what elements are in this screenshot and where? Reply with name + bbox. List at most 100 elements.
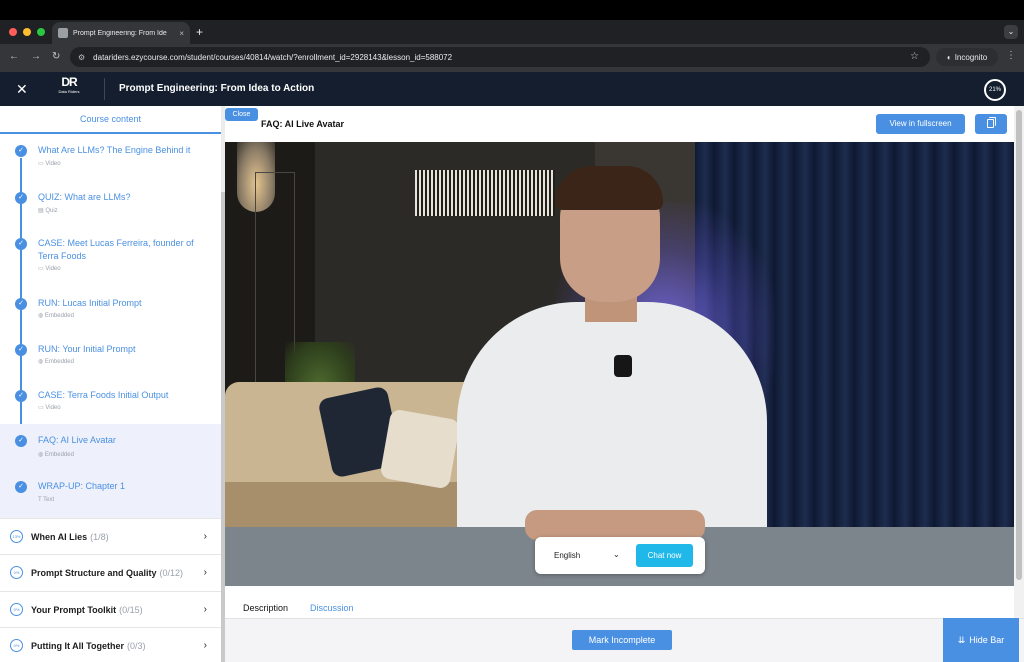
lesson-type: ◍ Embedded <box>38 452 74 458</box>
window-maximize-button[interactable] <box>37 28 45 36</box>
reload-icon[interactable]: ↻ <box>52 51 60 62</box>
course-content-heading[interactable]: Course content <box>0 106 221 134</box>
lesson-item[interactable]: ✓ RUN: Lucas Initial Prompt ◍ Embedded <box>0 294 221 334</box>
hide-bar-label: Hide Bar <box>969 635 1005 645</box>
hide-bar-button[interactable]: ⇊ Hide Bar <box>943 618 1019 662</box>
chapter-name: Your Prompt Toolkit (0/15) <box>31 604 143 615</box>
chevron-right-icon: › <box>203 531 207 542</box>
chat-widget: English ⌄ Chat now <box>535 537 705 574</box>
wall-hanging <box>415 170 555 216</box>
logo-mark: DR <box>61 75 77 89</box>
page-scroll-thumb[interactable] <box>1016 110 1022 580</box>
lesson-title[interactable]: WRAP-UP: Chapter 1 <box>38 480 214 493</box>
lesson-type: ▭ Video <box>38 161 61 167</box>
logo-subtitle: Data Riders <box>58 89 80 94</box>
language-select[interactable]: English <box>554 551 580 560</box>
tab-search-button[interactable]: ⌄ <box>1004 25 1018 39</box>
check-icon: ✓ <box>15 238 27 250</box>
chapter-progress-ring: 0% <box>10 639 23 652</box>
check-icon: ✓ <box>15 298 27 310</box>
lesson-item[interactable]: ✓ QUIZ: What are LLMs? ▤ Quiz <box>0 188 221 228</box>
fullscreen-button[interactable]: View in fullscreen <box>876 114 965 134</box>
lesson-type: ▭ Video <box>38 405 61 411</box>
lesson-title: RUN: Lucas Initial Prompt <box>38 298 142 308</box>
lesson-title: QUIZ: What are LLMs? <box>38 192 131 202</box>
site-settings-icon[interactable]: ⚙ <box>78 53 85 62</box>
window-close-button[interactable] <box>9 28 17 36</box>
chapter-name: When AI Lies (1/8) <box>31 531 109 542</box>
site-favicon-icon <box>58 28 68 38</box>
chapter-name: Putting It All Together (0/3) <box>31 640 146 651</box>
check-icon: ✓ <box>15 435 27 447</box>
lesson-type: ▭ Video <box>38 266 61 272</box>
chapter-item[interactable]: 0% Your Prompt Toolkit (0/15) › <box>0 591 221 627</box>
lesson-item[interactable]: ✓ RUN: Your Initial Prompt ◍ Embedded <box>0 340 221 380</box>
incognito-badge[interactable]: ◐ Incognito <box>936 48 998 66</box>
avatar-video[interactable] <box>225 142 1014 586</box>
lesson-heading: FAQ: AI Live Avatar <box>261 119 345 129</box>
tab-discussion[interactable]: Discussion <box>310 603 354 613</box>
chevrons-down-icon: ⇊ <box>957 634 966 645</box>
lesson-item-active[interactable]: ✓ FAQ: AI Live Avatar ◍ Embedded ✓ WRAP-… <box>0 424 221 518</box>
page-scrollbar[interactable] <box>1014 106 1024 662</box>
close-sidebar-button[interactable]: Close <box>225 108 258 121</box>
copy-button[interactable] <box>975 114 1007 134</box>
url-text: datariders.ezycourse.com/student/courses… <box>93 52 453 62</box>
chapter-name: Prompt Structure and Quality (0/12) <box>31 567 184 578</box>
lesson-item[interactable]: ✓ CASE: Meet Lucas Ferreira, founder of … <box>0 234 221 286</box>
lesson-title: CASE: Terra Foods Initial Output <box>38 390 169 400</box>
tab-description[interactable]: Description <box>243 603 288 613</box>
header-divider <box>104 78 105 100</box>
lesson-type: ◍ Embedded <box>38 313 74 319</box>
globe-icon: ◍ <box>38 359 45 365</box>
chapter-progress-ring: 0% <box>10 603 23 616</box>
url-field[interactable]: ⚙ datariders.ezycourse.com/student/cours… <box>70 47 930 67</box>
globe-icon: ◍ <box>38 313 45 319</box>
lapel-mic <box>614 355 632 377</box>
tab-close-icon[interactable]: × <box>179 29 184 38</box>
lesson-title: FAQ: AI Live Avatar <box>38 435 116 445</box>
chevron-down-icon[interactable]: ⌄ <box>613 550 620 559</box>
lesson-type: ◍ Embedded <box>38 359 74 365</box>
globe-icon: ◍ <box>38 452 45 458</box>
chevron-right-icon: › <box>203 604 207 615</box>
forward-icon[interactable]: → <box>31 51 41 62</box>
lesson-title: What Are LLMs? The Engine Behind it <box>38 145 191 155</box>
chapter-item[interactable]: 0% Putting It All Together (0/3) › <box>0 627 221 662</box>
course-sidebar: Course content ✓ What Are LLMs? The Engi… <box>0 106 221 662</box>
chapter-progress-ring: 0% <box>10 566 23 579</box>
close-course-icon[interactable]: ✕ <box>16 81 28 98</box>
course-title: Prompt Engineering: From Idea to Action <box>119 83 315 94</box>
check-icon: ✓ <box>15 192 27 204</box>
lesson-item[interactable]: ✓ What Are LLMs? The Engine Behind it ▭ … <box>0 141 221 181</box>
check-icon: ✓ <box>15 145 27 157</box>
back-icon[interactable]: ← <box>9 51 19 62</box>
check-icon: ✓ <box>15 344 27 356</box>
mark-incomplete-button[interactable]: Mark Incomplete <box>572 630 672 650</box>
lesson-title: RUN: Your Initial Prompt <box>38 344 136 354</box>
incognito-label: Incognito <box>954 52 988 62</box>
chapter-item[interactable]: 0% Prompt Structure and Quality (0/12) › <box>0 554 221 590</box>
chapter-progress-ring: 13% <box>10 530 23 543</box>
check-icon: ✓ <box>15 481 27 493</box>
logo[interactable]: DR Data Riders <box>55 76 83 98</box>
bookmark-star-icon[interactable]: ☆ <box>910 51 919 62</box>
chevron-right-icon: › <box>203 567 207 578</box>
lesson-tabs: Description Discussion <box>225 596 1014 618</box>
course-progress-ring: 21% <box>984 79 1006 101</box>
chapter-item[interactable]: 13% When AI Lies (1/8) › <box>0 518 221 554</box>
screen-top-strip <box>0 0 1024 20</box>
tab-title: Prompt Engineering: From Ide <box>73 29 167 37</box>
chat-now-button[interactable]: Chat now <box>636 544 693 567</box>
lesson-item[interactable]: ✓ CASE: Terra Foods Initial Output ▭ Vid… <box>0 386 221 426</box>
lesson-title: CASE: Meet Lucas Ferreira, founder of Te… <box>38 238 194 261</box>
incognito-icon: ◐ <box>946 52 952 62</box>
lesson-type: ▤ Quiz <box>38 208 58 214</box>
chevron-right-icon: › <box>203 640 207 651</box>
lesson-type: T Text <box>38 497 55 503</box>
browser-menu-icon[interactable]: ⋮ <box>1006 50 1016 61</box>
check-icon: ✓ <box>15 390 27 402</box>
window-minimize-button[interactable] <box>23 28 31 36</box>
new-tab-button[interactable]: + <box>196 25 203 39</box>
browser-tab[interactable]: Prompt Engineering: From Ide × <box>52 22 190 44</box>
